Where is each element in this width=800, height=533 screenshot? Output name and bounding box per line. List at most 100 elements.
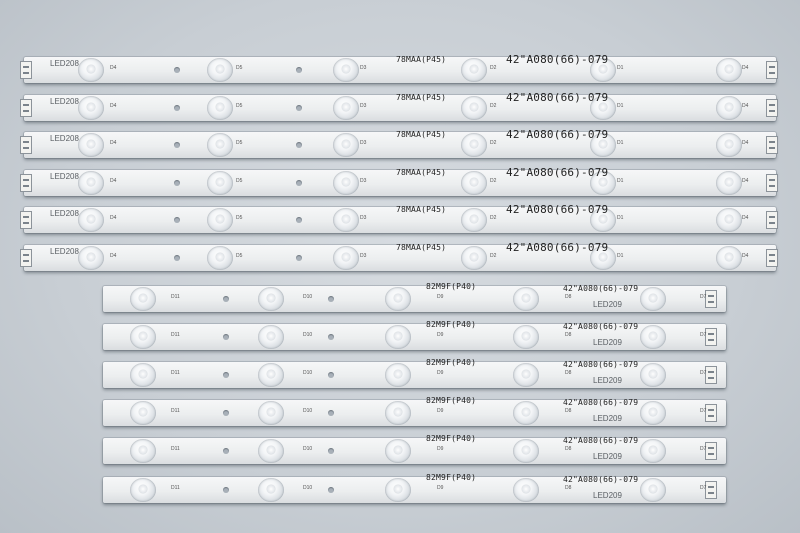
mounting-hole — [174, 217, 180, 223]
strip-code-stamp: 82M9F(P40) — [426, 320, 477, 329]
led-designator: D7 — [700, 332, 707, 338]
led-lens — [716, 58, 742, 82]
led-lens — [385, 287, 411, 311]
led-lens — [513, 439, 539, 463]
led-lens — [333, 133, 359, 157]
led-lens — [640, 401, 666, 425]
led-designator: D9 — [437, 408, 444, 414]
led-designator: D9 — [437, 446, 444, 452]
strip-model-stamp: 42"A080(66)-079 — [506, 91, 609, 104]
led-designator: D4 — [110, 140, 117, 146]
led-designator: D9 — [437, 370, 444, 376]
led-designator: D2 — [490, 65, 497, 71]
strip-connector-left — [20, 249, 32, 267]
led-designator: D5 — [236, 140, 243, 146]
strip-model-stamp: 42"A080(66)-079 — [563, 284, 639, 293]
strip-connector-right — [766, 249, 778, 267]
strip-connector-left — [20, 174, 32, 192]
strip-model-stamp: 42"A080(66)-079 — [563, 398, 639, 407]
strip-connector-left — [20, 61, 32, 79]
led-lens — [513, 287, 539, 311]
strip-code-stamp: 78MAA(P45) — [396, 168, 447, 177]
strip-code-stamp: 78MAA(P45) — [396, 243, 447, 252]
led-lens — [461, 58, 487, 82]
led-designator: D10 — [303, 370, 313, 376]
led-designator: D9 — [437, 485, 444, 491]
led-designator: D4 — [742, 140, 749, 146]
led-lens — [258, 478, 284, 502]
mounting-hole — [296, 217, 302, 223]
led-lens — [78, 96, 104, 120]
strip-model-stamp: 42"A080(66)-079 — [506, 203, 609, 216]
led-designator: D4 — [742, 103, 749, 109]
led-lens — [78, 171, 104, 195]
led-designator: D2 — [490, 178, 497, 184]
upper-led-strip: LED208 D4 D5 D3 D2 D1 D4 78MAA(P45) 42"A080(66)-… — [20, 166, 778, 196]
led-lens — [258, 401, 284, 425]
mounting-hole — [223, 296, 229, 302]
led-lens — [716, 133, 742, 157]
led-lens — [333, 96, 359, 120]
strip-code-stamp: 82M9F(P40) — [426, 434, 477, 443]
mounting-hole — [328, 487, 334, 493]
strip-part-label: LED209 — [593, 452, 622, 461]
led-lens — [716, 246, 742, 270]
strip-model-stamp: 42"A080(66)-079 — [506, 53, 609, 66]
strip-connector-right — [705, 442, 717, 460]
led-lens — [716, 96, 742, 120]
strip-code-stamp: 82M9F(P40) — [426, 473, 477, 482]
strip-connector-right — [705, 328, 717, 346]
strip-connector-right — [705, 366, 717, 384]
led-designator: D4 — [742, 178, 749, 184]
led-designator: D7 — [700, 485, 707, 491]
led-lens — [513, 401, 539, 425]
strip-part-label: LED209 — [593, 300, 622, 309]
led-lens — [130, 363, 156, 387]
led-lens — [130, 478, 156, 502]
led-designator: D8 — [565, 294, 572, 300]
led-lens — [461, 171, 487, 195]
led-designator: D8 — [565, 370, 572, 376]
strip-part-label: LED209 — [593, 338, 622, 347]
strip-model-stamp: 42"A080(66)-079 — [506, 166, 609, 179]
strip-connector-right — [766, 99, 778, 117]
strip-part-label: LED209 — [593, 491, 622, 500]
led-designator: D3 — [360, 140, 367, 146]
led-lens — [207, 171, 233, 195]
led-designator: D2 — [490, 215, 497, 221]
led-designator: D4 — [742, 253, 749, 259]
led-designator: D10 — [303, 294, 313, 300]
backlight-strips-photo: LED208 D4 D5 D3 D2 D1 D4 78MAA(P45) 42"A080(66)-… — [0, 0, 800, 533]
mounting-hole — [296, 67, 302, 73]
strip-part-label: LED208 — [50, 247, 79, 256]
strip-code-stamp: 78MAA(P45) — [396, 130, 447, 139]
led-lens — [333, 58, 359, 82]
lower-led-strip: D11 D10 D9 D8 D7 82M9F(P40) 42"A080(66)-079 LED… — [103, 282, 726, 312]
strip-connector-right — [766, 174, 778, 192]
led-lens — [130, 401, 156, 425]
led-lens — [640, 439, 666, 463]
led-lens — [258, 325, 284, 349]
led-designator: D9 — [437, 294, 444, 300]
lower-led-strip: D11 D10 D9 D8 D7 82M9F(P40) 42"A080(66)-079 LED… — [103, 358, 726, 388]
led-lens — [78, 58, 104, 82]
strip-connector-right — [766, 211, 778, 229]
led-designator: D10 — [303, 332, 313, 338]
led-lens — [258, 287, 284, 311]
led-designator: D3 — [360, 215, 367, 221]
strip-code-stamp: 82M9F(P40) — [426, 282, 477, 291]
led-lens — [640, 325, 666, 349]
strip-part-label: LED208 — [50, 209, 79, 218]
strip-connector-left — [20, 211, 32, 229]
strip-connector-left — [20, 136, 32, 154]
mounting-hole — [174, 105, 180, 111]
strip-connector-right — [705, 290, 717, 308]
strip-connector-right — [705, 404, 717, 422]
mounting-hole — [174, 180, 180, 186]
led-designator: D10 — [303, 446, 313, 452]
mounting-hole — [174, 67, 180, 73]
led-designator: D7 — [700, 294, 707, 300]
led-designator: D7 — [700, 370, 707, 376]
lower-led-strip: D11 D10 D9 D8 D7 82M9F(P40) 42"A080(66)-079 LED… — [103, 434, 726, 464]
led-designator: D7 — [700, 408, 707, 414]
